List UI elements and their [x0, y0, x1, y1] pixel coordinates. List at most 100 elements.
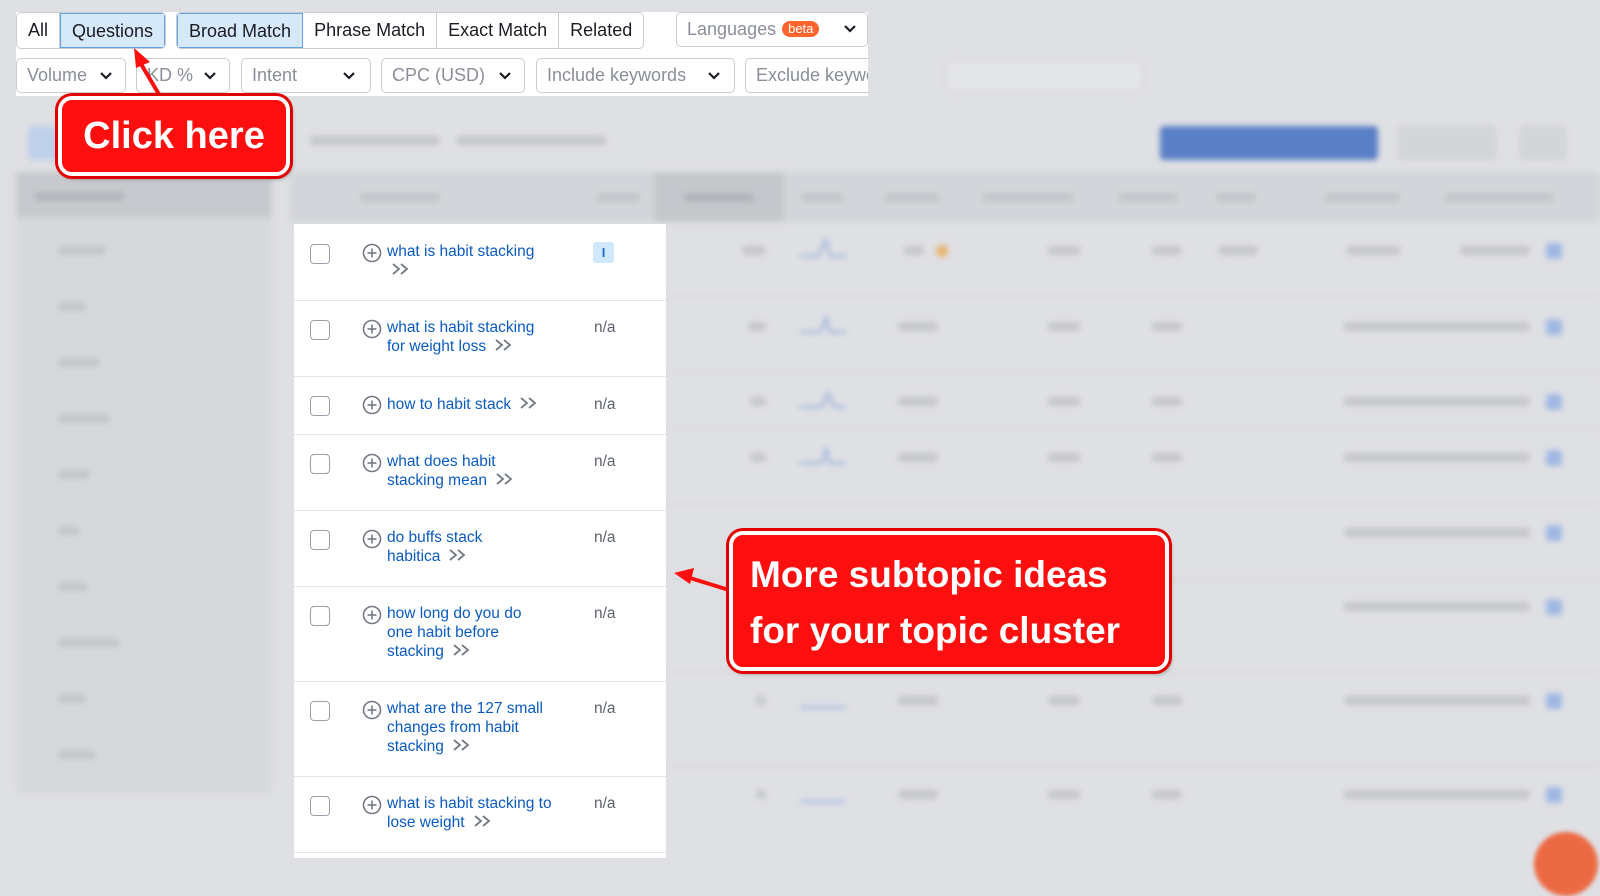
add-plus-icon[interactable]	[362, 243, 382, 263]
bg-cell	[1048, 790, 1080, 799]
click-here-callout: Click here	[58, 96, 290, 176]
tab-exact-match[interactable]: Exact Match	[437, 13, 560, 48]
bg-cell	[1344, 790, 1530, 799]
row-checkbox[interactable]	[310, 701, 330, 721]
table-row: do buffs stack habitica n/a	[294, 511, 666, 587]
cpc-dropdown[interactable]: CPC (USD)	[381, 58, 525, 93]
intent-dropdown[interactable]: Intent	[241, 58, 371, 93]
bg-row-divider	[664, 296, 1600, 297]
add-plus-icon[interactable]	[362, 529, 382, 549]
bg-cell	[1152, 246, 1182, 255]
bg-column-label	[982, 193, 1074, 202]
bg-sidebar-item	[58, 470, 90, 479]
bg-sidebar-item	[58, 582, 88, 591]
bg-cell	[1460, 246, 1530, 255]
bg-export-button	[1520, 126, 1566, 160]
bg-cell	[1344, 453, 1530, 462]
bg-sidebar-item	[58, 358, 100, 367]
keyword-link[interactable]: what are the 127 small changes from habi…	[387, 699, 567, 756]
bg-all-keywords-label	[310, 136, 440, 145]
row-checkbox[interactable]	[310, 244, 330, 264]
help-button[interactable]	[1534, 832, 1598, 896]
keyword-link[interactable]: what does habit stacking mean	[387, 452, 527, 490]
table-row: what is habit stacking to lose weight n/…	[294, 777, 666, 853]
bg-kd-dot	[936, 245, 948, 257]
volume-label: Volume	[27, 65, 88, 85]
add-plus-icon[interactable]	[362, 319, 382, 339]
bg-row-divider	[664, 372, 1600, 373]
row-checkbox[interactable]	[310, 396, 330, 416]
bg-cell	[1344, 528, 1530, 537]
bg-cell	[750, 453, 766, 462]
tab-phrase-match[interactable]: Phrase Match	[303, 13, 438, 48]
bg-total-volume-label	[456, 136, 606, 145]
chevron-down-icon	[343, 72, 355, 80]
bg-cell	[742, 246, 766, 255]
bg-add-to-keyword-list-button	[1160, 126, 1378, 160]
add-plus-icon[interactable]	[362, 795, 382, 815]
double-chevron-right-icon[interactable]	[495, 472, 515, 486]
tab-questions[interactable]: Questions	[60, 13, 166, 48]
intent-value: n/a	[594, 319, 616, 336]
row-checkbox[interactable]	[310, 530, 330, 550]
volume-dropdown[interactable]: Volume	[16, 58, 126, 93]
bg-refresh-icon	[1546, 693, 1562, 709]
kd-dropdown[interactable]: KD %	[136, 58, 230, 93]
bg-cell	[1048, 696, 1080, 705]
bg-column-label	[884, 193, 940, 202]
keyword-text: how to habit stack	[387, 396, 512, 413]
add-plus-icon[interactable]	[362, 700, 382, 720]
bg-sidebar-item	[58, 246, 106, 255]
row-checkbox[interactable]	[310, 320, 330, 340]
tab-all[interactable]: All	[17, 13, 61, 48]
bg-refresh-icon	[1546, 450, 1562, 466]
subtopic-text-line-2: for your topic cluster	[750, 610, 1121, 651]
bg-cell	[1048, 322, 1080, 331]
row-checkbox[interactable]	[310, 454, 330, 474]
bg-cell	[1152, 790, 1182, 799]
double-chevron-right-icon[interactable]	[494, 338, 514, 352]
bg-refresh-icon	[1546, 599, 1562, 615]
tab-broad-match[interactable]: Broad Match	[177, 13, 304, 48]
keyword-link[interactable]: what is habit stacking	[387, 242, 587, 280]
match-type-tabs: Broad Match Phrase Match Exact Match Rel…	[176, 12, 645, 49]
bg-column-label	[1324, 193, 1400, 202]
add-plus-icon[interactable]	[362, 453, 382, 473]
double-chevron-right-icon[interactable]	[452, 643, 472, 657]
bg-cell	[1152, 696, 1182, 705]
row-checkbox[interactable]	[310, 796, 330, 816]
add-plus-icon[interactable]	[362, 605, 382, 625]
keyword-link[interactable]: what is habit stacking for weight loss	[387, 318, 547, 356]
keyword-link[interactable]: what is habit stacking to lose weight	[387, 794, 557, 832]
intent-value: n/a	[594, 529, 616, 546]
bg-cell	[1048, 246, 1080, 255]
double-chevron-right-icon[interactable]	[473, 814, 493, 828]
bg-row-divider	[664, 766, 1600, 767]
table-row: what is habit stacking I	[294, 224, 666, 301]
kd-label: KD %	[147, 65, 194, 85]
row-checkbox[interactable]	[310, 606, 330, 626]
keyword-link[interactable]: do buffs stack habitica	[387, 528, 507, 566]
bg-row-divider	[664, 428, 1600, 429]
chevron-down-icon	[844, 25, 856, 33]
bg-cell	[898, 790, 938, 799]
add-plus-icon[interactable]	[362, 395, 382, 415]
bg-trend-sparkline	[800, 445, 846, 464]
languages-dropdown[interactable]: Languages beta	[676, 12, 868, 47]
double-chevron-right-icon[interactable]	[452, 738, 472, 752]
table-row: what are the 127 small changes from habi…	[294, 682, 666, 777]
intent-value: n/a	[594, 453, 616, 470]
intent-value: n/a	[594, 396, 616, 413]
keyword-link[interactable]: how long do you do one habit before stac…	[387, 604, 547, 661]
exclude-keywords-label: Exclude keywords	[756, 65, 868, 85]
double-chevron-right-icon[interactable]	[519, 396, 539, 410]
tab-related[interactable]: Related	[559, 13, 643, 48]
intent-value: n/a	[594, 605, 616, 622]
include-keywords-dropdown[interactable]: Include keywords	[536, 58, 735, 93]
double-chevron-right-icon[interactable]	[391, 262, 411, 276]
keyword-link[interactable]: how to habit stack	[387, 395, 587, 414]
bg-cell	[1048, 453, 1080, 462]
exclude-keywords-dropdown[interactable]: Exclude keywords	[745, 58, 868, 93]
bg-column-label	[684, 193, 754, 202]
double-chevron-right-icon[interactable]	[448, 548, 468, 562]
